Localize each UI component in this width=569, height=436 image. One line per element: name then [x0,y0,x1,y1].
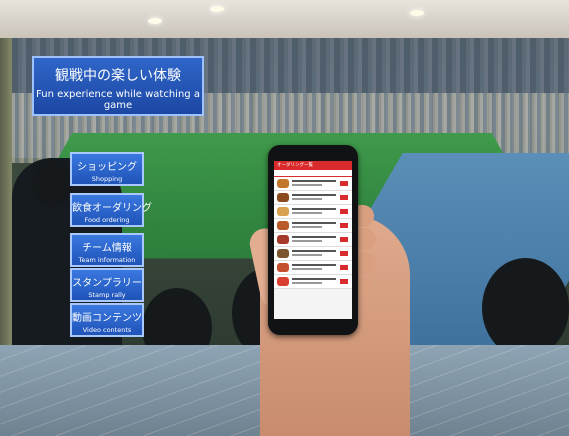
text-line [292,194,336,196]
food-item-row[interactable] [274,205,352,219]
text-line [292,226,322,228]
text-line [292,222,336,224]
text-line [292,254,322,256]
food-image [277,221,289,230]
menu-label-en: Team information [78,256,136,264]
phone-screen[interactable]: オーダリング一覧 [274,161,352,319]
text-line [292,240,322,242]
add-button[interactable] [340,223,348,228]
menu-label-en: Video contents [82,326,132,334]
food-image [277,249,289,258]
video-contents-button[interactable]: 動画コンテンツ Video contents [70,303,144,337]
add-button[interactable] [340,279,348,284]
text-line [292,250,336,252]
spectator-head [32,158,72,208]
food-item-row[interactable] [274,233,352,247]
food-image [277,207,289,216]
food-item-row[interactable] [274,219,352,233]
food-ordering-button[interactable]: 飲食オーダリング Food ordering [70,193,152,227]
app-title-bar: オーダリング一覧 [274,161,352,170]
ceiling [0,0,569,38]
add-button[interactable] [340,251,348,256]
ceiling-light [210,6,224,12]
food-item-row[interactable] [274,247,352,261]
menu-label-jp: スタンプラリー [72,278,142,289]
text-line [292,180,336,182]
menu-label-jp: チーム情報 [82,243,132,254]
text-line [292,268,322,270]
food-image [277,179,289,188]
add-button[interactable] [340,237,348,242]
food-image [277,235,289,244]
food-image [277,277,289,286]
add-button[interactable] [340,265,348,270]
text-line [292,278,336,280]
feature-panel: 観戦中の楽しい体験 Fun experience while watching … [32,56,204,116]
panel-subtitle: Fun experience while watching a game [36,89,200,111]
text-line [292,236,336,238]
food-item-row[interactable] [274,261,352,275]
food-item-row[interactable] [274,275,352,289]
food-item-row[interactable] [274,177,352,191]
menu-label-en: Food ordering [84,216,130,224]
menu-label-jp: ショッピング [77,162,137,173]
text-line [292,184,322,186]
menu-label-en: Shopping [91,175,123,183]
text-line [292,208,336,210]
stamp-rally-button[interactable]: スタンプラリー Stamp rally [70,268,144,302]
shopping-button[interactable]: ショッピング Shopping [70,152,144,186]
add-button[interactable] [340,195,348,200]
text-line [292,198,322,200]
add-button[interactable] [340,209,348,214]
app-tabs[interactable] [274,170,352,177]
add-button[interactable] [340,181,348,186]
smartphone: オーダリング一覧 [268,145,358,335]
team-information-button[interactable]: チーム情報 Team information [70,233,144,267]
ceiling-light [410,10,424,16]
spectator-head [482,258,569,358]
menu-label-jp: 動画コンテンツ [72,313,142,324]
menu-label-jp: 飲食オーダリング [72,203,152,214]
text-line [292,212,322,214]
text-line [292,264,336,266]
food-image [277,263,289,272]
panel-title: 観戦中の楽しい体験 [55,68,181,84]
menu-label-en: Stamp rally [88,291,126,299]
ceiling-light [148,18,162,24]
text-line [292,282,322,284]
food-image [277,193,289,202]
food-item-row[interactable] [274,191,352,205]
